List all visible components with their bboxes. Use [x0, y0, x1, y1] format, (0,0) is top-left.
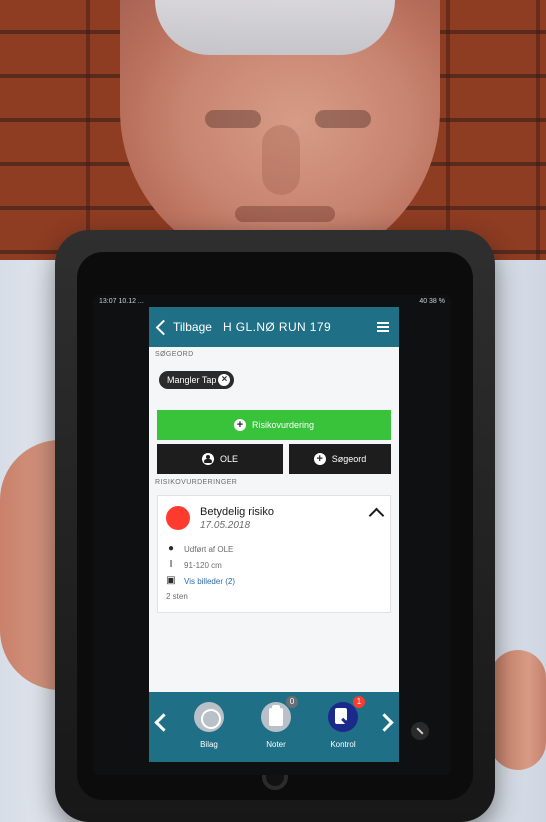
- chevron-left-icon: [155, 319, 172, 335]
- status-right: 40 38 %: [419, 298, 445, 305]
- plus-circle-icon: +: [233, 419, 246, 431]
- control-badge: 1: [353, 696, 365, 708]
- back-label: Tilbage: [173, 320, 212, 334]
- user-icon: [201, 453, 214, 465]
- tab-bilag[interactable]: Bilag: [179, 702, 239, 760]
- previous-arrow-icon[interactable]: [154, 713, 173, 732]
- risk-images-row[interactable]: ▣ Vis billeder (2): [166, 576, 235, 586]
- add-risk-assessment-button[interactable]: + Risikovurdering: [157, 410, 391, 440]
- person-hair: [155, 0, 395, 55]
- left-eye: [205, 110, 261, 128]
- image-icon: ▣: [166, 575, 176, 586]
- risk-performed-by-row: ● Udført af OLE: [166, 544, 233, 554]
- back-button[interactable]: Tilbage: [155, 307, 212, 347]
- add-search-term-label: Søgeord: [331, 454, 367, 464]
- tab-kontrol[interactable]: 1 Kontrol: [313, 696, 373, 760]
- expand-icon[interactable]: [411, 722, 429, 740]
- section-label-search-terms: SØGEORD: [155, 351, 194, 358]
- user-ole-label: OLE: [219, 454, 238, 464]
- risk-assessment-card[interactable]: Betydelig risiko 17.05.2018 ● Udført af …: [157, 495, 391, 613]
- page-title: H GL.NØ RUN 179: [223, 320, 332, 334]
- collapse-chevron-icon[interactable]: [368, 507, 385, 524]
- tab-noter[interactable]: 0 Noter: [246, 696, 306, 760]
- user-ole-button[interactable]: OLE: [157, 444, 283, 474]
- view-images-link[interactable]: Vis billeder (2): [184, 577, 235, 586]
- add-search-term-button[interactable]: + Søgeord: [289, 444, 391, 474]
- tab-label: Bilag: [200, 740, 218, 749]
- nose: [262, 125, 300, 195]
- right-eye: [315, 110, 371, 128]
- bottom-tab-bar: Bilag 0 Noter 1 Kontrol: [149, 692, 399, 762]
- search-term-chip[interactable]: Mangler Tap ×: [159, 371, 235, 389]
- tab-label: Kontrol: [330, 740, 356, 749]
- section-label-risk-assessments: RISIKOVURDERINGER: [155, 479, 238, 486]
- risk-range-row: I 91-120 cm: [166, 560, 222, 570]
- tab-icon-container: [194, 702, 225, 733]
- risk-date: 17.05.2018: [200, 520, 251, 531]
- risk-performed-by: Udført af OLE: [184, 544, 234, 554]
- tab-label: Noter: [266, 740, 286, 749]
- chip-label: Mangler Tap: [167, 375, 217, 385]
- ruler-icon: I: [169, 559, 173, 570]
- checklist-icon: [335, 708, 354, 726]
- tablet-screen: 13:07 10.12 ... 40 38 % Tilbage H GL.NØ …: [93, 295, 451, 775]
- top-bar: Tilbage H GL.NØ RUN 179: [149, 307, 399, 347]
- status-left: 13:07 10.12 ...: [99, 298, 144, 305]
- next-arrow-icon[interactable]: [375, 713, 394, 732]
- tab-icon-container: [261, 702, 291, 732]
- risk-range: 91-120 cm: [184, 560, 222, 570]
- tab-icon-container: [328, 702, 358, 732]
- remove-chip-icon[interactable]: ×: [218, 374, 231, 386]
- add-risk-assessment-label: Risikovurdering: [251, 420, 315, 430]
- right-thumb: [490, 650, 546, 770]
- plus-circle-icon: +: [313, 453, 326, 465]
- person-icon: ●: [167, 543, 175, 554]
- app-window: Tilbage H GL.NØ RUN 179 SØGEORD Mangler …: [149, 307, 399, 762]
- notes-badge: 0: [286, 696, 298, 708]
- clipboard-icon: [269, 705, 283, 726]
- mouth: [235, 206, 335, 222]
- stone-count: 2 sten: [166, 592, 188, 601]
- risk-title: Betydelig risiko: [200, 506, 274, 518]
- risk-status-dot: [166, 506, 190, 530]
- paperclip-icon: [197, 705, 225, 733]
- hamburger-menu-icon[interactable]: [377, 320, 389, 332]
